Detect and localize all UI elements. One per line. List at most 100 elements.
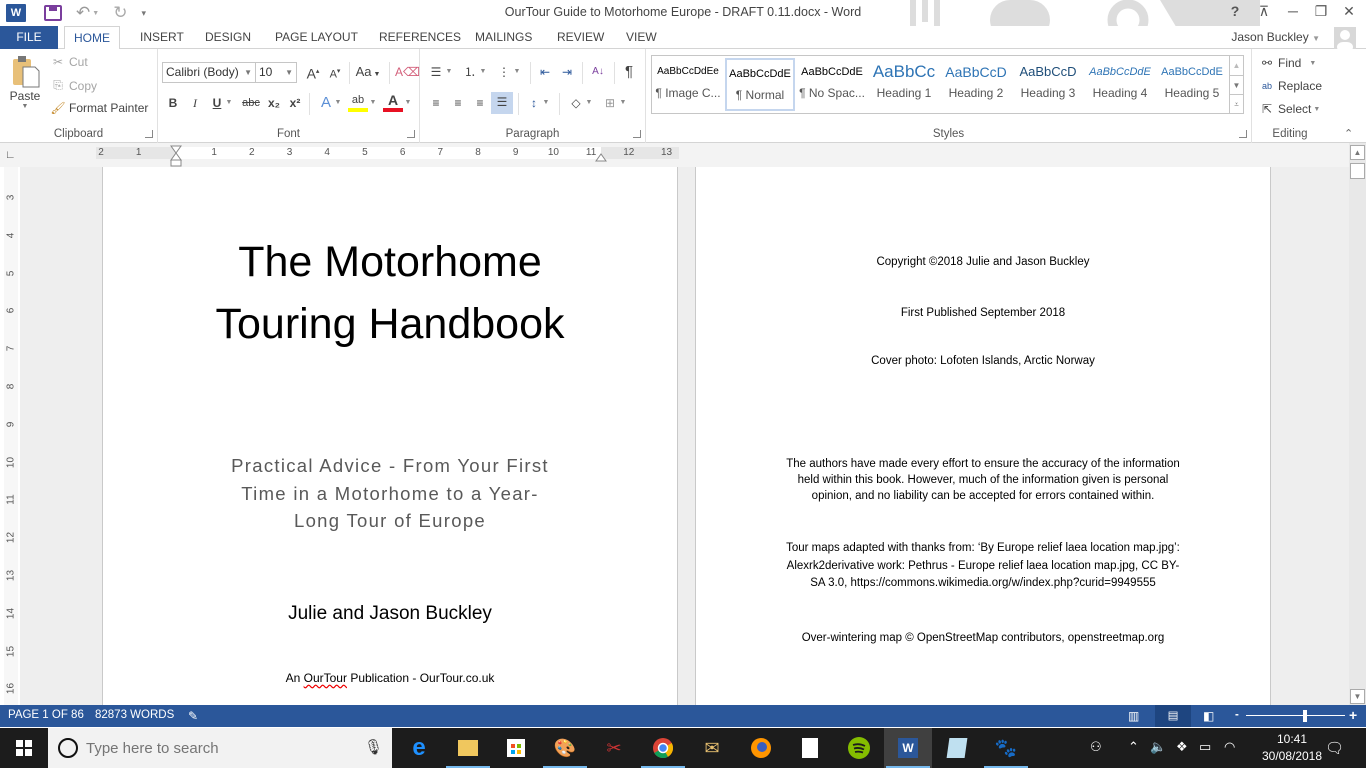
taskbar-search[interactable]: 🎙 — [48, 728, 392, 768]
tab-home[interactable]: HOME — [64, 26, 120, 50]
style-heading-3[interactable]: AaBbCcD Heading 3 — [1013, 58, 1083, 111]
volume-icon[interactable]: 🔈 — [1150, 739, 1166, 755]
shrink-font-button[interactable]: A▾ — [325, 62, 345, 82]
tab-references[interactable]: REFERENCES — [370, 26, 470, 49]
font-size-combo[interactable]: 10 ▼ — [255, 62, 297, 83]
font-dialog-launcher[interactable] — [407, 130, 415, 138]
web-layout-icon[interactable]: ◧ — [1203, 709, 1214, 723]
vertical-scrollbar[interactable]: ▲ ▼ — [1349, 143, 1366, 705]
start-button[interactable] — [0, 728, 48, 768]
zoom-in-button[interactable]: + — [1349, 707, 1357, 723]
style-normal[interactable]: AaBbCcDdE ¶ Normal — [725, 58, 795, 111]
align-right-button[interactable]: ≡ — [470, 93, 490, 113]
multilevel-list-button[interactable]: ⋮ — [494, 62, 514, 82]
taskbar-store[interactable] — [492, 728, 540, 768]
help-button[interactable]: ? — [1222, 3, 1248, 19]
user-account[interactable]: Jason Buckley ▼ — [1231, 30, 1320, 44]
taskbar-gimp[interactable]: 🐾 — [982, 728, 1030, 768]
collapse-ribbon-icon[interactable]: ⌃ — [1344, 127, 1353, 140]
taskbar-paint[interactable]: 🎨 — [541, 728, 589, 768]
replace-button[interactable]: ab Replace — [1259, 79, 1322, 93]
wifi-icon[interactable]: ◠ — [1224, 739, 1235, 755]
justify-button[interactable]: ☰ — [491, 92, 513, 114]
scroll-up-button[interactable]: ▲ — [1350, 145, 1365, 160]
change-case-button[interactable]: Aa ▼ — [354, 62, 382, 82]
right-indent-marker[interactable] — [595, 151, 607, 162]
battery-icon[interactable]: ▭ — [1199, 739, 1211, 755]
subscript-button[interactable]: x₂ — [264, 93, 284, 113]
styles-more-button[interactable]: ⩡ — [1229, 94, 1243, 113]
avatar[interactable] — [1334, 27, 1356, 49]
read-mode-icon[interactable]: ▥ — [1128, 709, 1139, 723]
page-count[interactable]: PAGE 1 OF 86 — [8, 709, 84, 721]
taskbar-mail-folder[interactable]: ✉ — [688, 728, 736, 768]
multilevel-dropdown-icon[interactable]: ▼ — [512, 62, 522, 82]
minimize-icon[interactable]: ─ — [1280, 3, 1306, 19]
highlight-dropdown-icon[interactable]: ▼ — [368, 93, 378, 113]
proofing-icon[interactable]: ✎ — [188, 709, 198, 723]
tab-design[interactable]: DESIGN — [196, 26, 260, 49]
numbering-dropdown-icon[interactable]: ▼ — [478, 62, 488, 82]
style-heading-2[interactable]: AaBbCcD Heading 2 — [941, 58, 1011, 111]
word-count[interactable]: 82873 WORDS — [95, 709, 174, 721]
borders-dropdown-icon[interactable]: ▼ — [618, 93, 628, 113]
close-icon[interactable]: ✕ — [1336, 3, 1362, 20]
copy-button[interactable]: ⎘ Copy — [50, 78, 97, 93]
bold-button[interactable]: B — [163, 93, 183, 113]
styles-dialog-launcher[interactable] — [1239, 130, 1247, 138]
document-workspace[interactable]: The Motorhome Touring Handbook Practical… — [20, 167, 1349, 705]
clipboard-dialog-launcher[interactable] — [145, 130, 153, 138]
microphone-icon[interactable]: 🎙 — [364, 738, 383, 756]
taskbar-word[interactable]: W — [884, 728, 932, 768]
taskbar-chrome[interactable] — [639, 728, 687, 768]
dropbox-icon[interactable]: ❖ — [1176, 739, 1188, 755]
italic-button[interactable]: I — [185, 93, 205, 113]
scroll-down-button[interactable]: ▼ — [1350, 689, 1365, 704]
search-input[interactable] — [86, 736, 346, 760]
format-painter-button[interactable]: 🖌 Format Painter — [50, 101, 148, 115]
zoom-out-button[interactable]: - — [1235, 709, 1239, 721]
zoom-slider[interactable] — [1246, 715, 1345, 716]
tab-review[interactable]: REVIEW — [548, 26, 613, 49]
taskbar-firefox[interactable] — [737, 728, 785, 768]
page-1[interactable]: The Motorhome Touring Handbook Practical… — [102, 167, 678, 705]
font-color-button[interactable]: A — [383, 93, 403, 113]
bullets-button[interactable]: ☰ — [426, 62, 446, 82]
taskbar-notepad[interactable] — [933, 728, 981, 768]
font-color-dropdown-icon[interactable]: ▼ — [403, 93, 413, 113]
ribbon-display-options-icon[interactable]: ⊼ — [1251, 3, 1277, 20]
taskbar-snipping-tool[interactable]: ✂ — [590, 728, 638, 768]
action-center-icon[interactable]: 🗨 — [1325, 739, 1344, 757]
paste-button[interactable]: Paste ▼ — [6, 55, 44, 110]
find-button[interactable]: ⚯ Find ▼ — [1259, 56, 1316, 70]
increase-indent-button[interactable]: ⇥ — [557, 62, 577, 82]
taskbar-file-explorer[interactable] — [444, 728, 492, 768]
sort-button[interactable]: A↓ — [588, 62, 608, 82]
indent-marker[interactable] — [170, 145, 182, 167]
tab-stop-selector[interactable]: ∟ — [5, 148, 19, 162]
show-hidden-icons[interactable]: ⌃ — [1128, 739, 1139, 755]
numbering-button[interactable]: ⒈ — [460, 62, 480, 82]
align-center-button[interactable]: ≡ — [448, 93, 468, 113]
borders-button[interactable]: ⊞ — [600, 93, 620, 113]
tab-file[interactable]: FILE — [0, 26, 58, 49]
strikethrough-button[interactable]: abc — [239, 93, 263, 113]
text-effects-dropdown-icon[interactable]: ▼ — [333, 93, 343, 113]
vertical-ruler[interactable]: 3 4 5 6 7 8 9 10 11 12 13 14 15 16 — [4, 167, 18, 705]
font-name-combo[interactable]: Calibri (Body) ▼ — [162, 62, 256, 83]
style-heading-5[interactable]: AaBbCcDdE Heading 5 — [1157, 58, 1227, 111]
cut-button[interactable]: ✂ Cut — [50, 55, 88, 69]
styles-scroll-up[interactable]: ▲ — [1229, 56, 1243, 75]
taskbar-edge[interactable]: e — [395, 728, 443, 768]
style-image-caption[interactable]: AaBbCcDdEe ¶ Image C... — [653, 58, 723, 111]
horizontal-ruler[interactable]: 2 1 1 2 3 4 5 6 7 8 9 10 11 12 13 — [96, 147, 679, 159]
taskbar-spotify[interactable] — [835, 728, 883, 768]
paragraph-dialog-launcher[interactable] — [633, 130, 641, 138]
tab-mailings[interactable]: MAILINGS — [466, 26, 541, 49]
shading-dropdown-icon[interactable]: ▼ — [584, 93, 594, 113]
tab-page-layout[interactable]: PAGE LAYOUT — [266, 26, 367, 49]
tab-view[interactable]: VIEW — [617, 26, 666, 49]
underline-dropdown-icon[interactable]: ▼ — [224, 93, 234, 113]
shading-button[interactable]: ◇ — [566, 93, 586, 113]
align-left-button[interactable]: ≡ — [426, 93, 446, 113]
